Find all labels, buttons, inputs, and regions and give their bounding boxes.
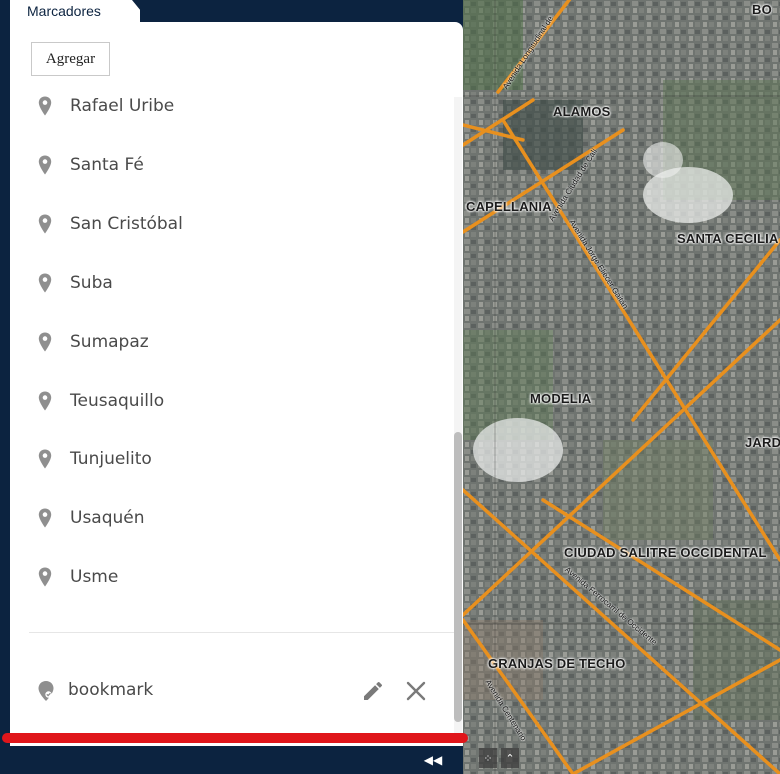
panel-bottom-bar: ◀◀ — [0, 746, 463, 774]
bookmark-label: Tunjuelito — [70, 449, 152, 470]
map-grid-button[interactable]: ⁘ — [479, 748, 497, 768]
bookmark-item[interactable]: Teusaquillo — [10, 382, 450, 422]
close-icon[interactable] — [404, 679, 428, 703]
bookmark-label: Usme — [70, 567, 119, 588]
map-view[interactable]: BO ALAMOS CAPELLANIA SANTA CECILIA MODEL… — [463, 0, 780, 774]
bookmark-item[interactable]: Suba — [10, 264, 450, 304]
bookmark-item[interactable]: Tunjuelito — [10, 440, 450, 480]
location-pin-icon — [38, 332, 52, 352]
bookmark-item[interactable]: San Cristóbal — [10, 205, 450, 245]
location-pin-icon — [38, 214, 52, 234]
bookmark-label: Usaquén — [70, 508, 145, 529]
bookmark-item[interactable]: Sumapaz — [10, 323, 450, 363]
location-pin-icon — [38, 96, 52, 116]
red-highlight-line — [2, 733, 468, 743]
bookmark-item[interactable]: Usaquén — [10, 499, 450, 539]
bookmark-label: Rafael Uribe — [70, 96, 175, 116]
bookmark-pin-icon — [38, 681, 54, 701]
map-label-modelia: MODELIA — [530, 391, 592, 406]
bookmark-label: San Cristóbal — [70, 213, 183, 234]
bookmark-label: Santa Fé — [70, 154, 144, 175]
map-label-alamos: ALAMOS — [553, 104, 611, 119]
divider — [29, 632, 454, 633]
location-pin-icon — [38, 391, 52, 410]
map-label-capellania: CAPELLANIA — [466, 199, 552, 214]
location-pin-icon — [38, 508, 52, 528]
pencil-icon[interactable] — [361, 679, 385, 703]
bookmark-label: Sumapaz — [70, 331, 149, 352]
custom-bookmark-label: bookmark — [68, 680, 154, 700]
bookmarks-tab-label: Marcadores — [27, 3, 101, 19]
bookmark-label: Suba — [70, 272, 113, 293]
map-expand-button[interactable]: ⌃ — [501, 748, 519, 768]
double-chevron-left-icon[interactable]: ◀◀ — [423, 752, 443, 768]
bookmark-item[interactable]: Rafael Uribe — [10, 87, 450, 127]
map-label-santa-cecilia: SANTA CECILIA — [677, 231, 779, 246]
map-label-ciudad-salitre-occidental: CIUDAD SALITRE OCCIDENTAL — [564, 545, 767, 560]
add-bookmark-button[interactable]: Agregar — [31, 42, 110, 76]
bookmarks-panel: Agregar Rafael Uribe Santa Fé San Cristóba… — [10, 22, 463, 746]
bookmark-label: Teusaquillo — [70, 390, 165, 411]
location-pin-icon — [38, 273, 52, 293]
location-pin-icon — [38, 567, 52, 587]
location-pin-icon — [38, 155, 52, 175]
bookmark-item[interactable]: Usme — [10, 558, 450, 598]
map-label-granjas-de-techo: GRANJAS DE TECHO — [488, 656, 626, 671]
map-label-bo: BO — [752, 2, 772, 17]
location-pin-icon — [38, 449, 52, 469]
map-label-jard: JARD — [745, 435, 780, 450]
bookmark-item[interactable]: Santa Fé — [10, 146, 450, 186]
custom-bookmark-item[interactable]: bookmark — [10, 672, 455, 712]
scrollbar-thumb[interactable] — [454, 432, 462, 722]
